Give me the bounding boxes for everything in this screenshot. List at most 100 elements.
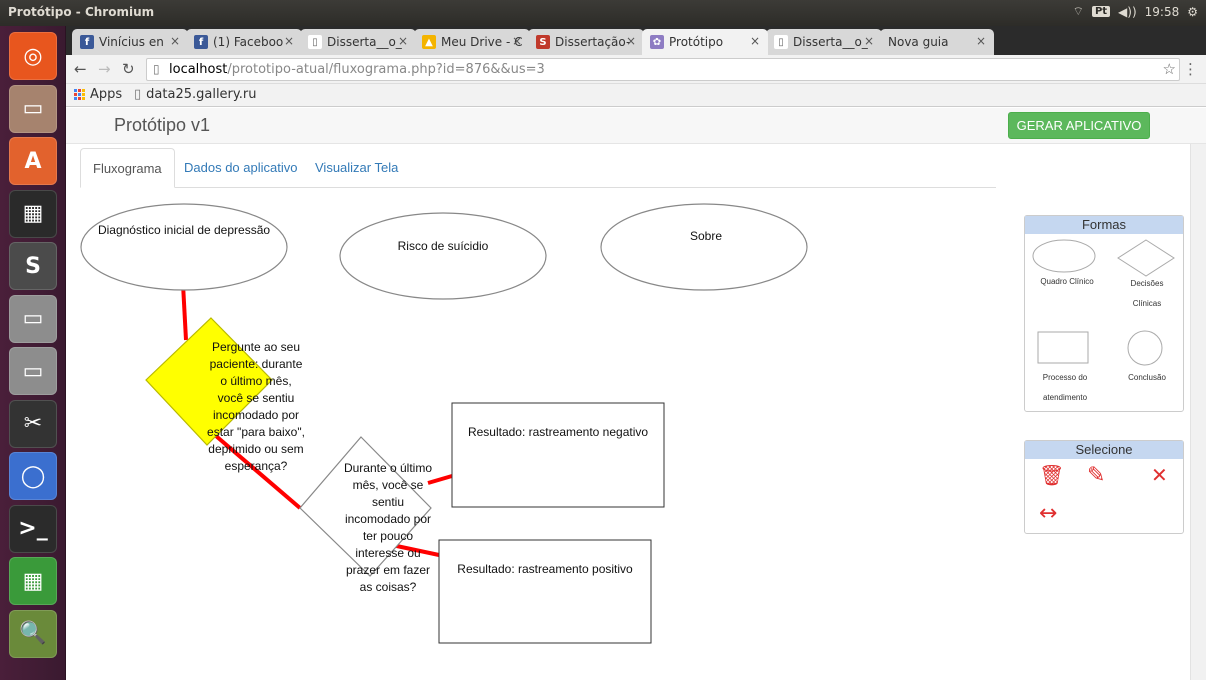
browser-tab[interactable]: ▯ Disserta__o_ ×: [766, 29, 882, 55]
url-path: /prototipo-atual/fluxograma.php?id=876&&…: [227, 62, 545, 77]
close-tab-icon[interactable]: ×: [864, 34, 874, 48]
volume-icon[interactable]: ◀)): [1118, 5, 1137, 19]
app-header: Protótipo v1 GERAR APLICATIVO: [66, 108, 1206, 144]
sharelatex-icon: S: [536, 35, 550, 49]
unity-launcher: ◎ ▭ A ▦ S ▭ ▭ ✂ ◯ >_ ▦ 🔍: [0, 26, 66, 680]
software-center-icon: A: [24, 148, 42, 174]
drive-1-icon: ▭: [22, 306, 44, 331]
launcher-spreadsheet[interactable]: ▦: [9, 557, 57, 605]
keyboard-layout-indicator[interactable]: Pt: [1091, 6, 1111, 17]
settings-gear-icon[interactable]: ⚙: [1187, 5, 1198, 19]
browser-tab[interactable]: ✿ Protótipo ×: [642, 29, 768, 55]
result-positive-box[interactable]: [438, 539, 652, 644]
close-tab-icon[interactable]: ×: [284, 34, 294, 48]
address-bar[interactable]: ▯ localhost/prototipo-atual/fluxograma.p…: [146, 58, 1180, 81]
clock[interactable]: 19:58: [1145, 5, 1180, 19]
apps-grid-icon: [74, 89, 85, 100]
chromium-icon: ◯: [20, 463, 46, 489]
facebook-icon: f: [194, 35, 208, 49]
browser-tab[interactable]: f (1) Faceboo ×: [186, 29, 302, 55]
close-tab-icon[interactable]: ×: [976, 34, 986, 48]
generate-app-button[interactable]: GERAR APLICATIVO: [1008, 112, 1150, 139]
image-viewer-icon: 🔍: [19, 621, 47, 646]
browser-menu-icon[interactable]: ⋮: [1183, 60, 1198, 78]
app-grid-icon: ▦: [22, 201, 44, 226]
browser-tab[interactable]: Nova guia ×: [880, 29, 994, 55]
trash-icon[interactable]: 🗑: [1039, 463, 1064, 487]
bookmark-star-icon[interactable]: ☆: [1163, 60, 1176, 78]
close-tab-icon[interactable]: ×: [398, 34, 408, 48]
dash-icon: ◎: [23, 43, 43, 69]
edit-icon[interactable]: ✎: [1087, 463, 1105, 488]
close-tab-icon[interactable]: ×: [626, 34, 636, 48]
selecione-title: Selecione: [1025, 441, 1183, 459]
tab-dados-do-aplicativo[interactable]: Dados do aplicativo: [172, 148, 309, 188]
page-icon: ▯: [774, 35, 788, 49]
tab-fluxograma[interactable]: Fluxograma: [80, 148, 175, 188]
browser-tab[interactable]: ▲ Meu Drive - C ×: [414, 29, 530, 55]
launcher-dash[interactable]: ◎: [9, 32, 57, 80]
tab-strip: f Vinícius en × f (1) Faceboo × ▯ Disserta__o_ ×…: [66, 26, 1206, 55]
resize-icon[interactable]: ✕: [1151, 463, 1168, 487]
result-negative-box[interactable]: [451, 402, 665, 508]
quadro-clinico-ellipse-2[interactable]: [339, 212, 547, 300]
ellipse-2-label: Risco de suícidio: [397, 239, 489, 253]
launcher-video-editor[interactable]: ✂: [9, 399, 57, 448]
shape-diamond-icon[interactable]: [1117, 239, 1175, 277]
launcher-sublime-text[interactable]: S: [9, 242, 57, 290]
forward-arrow-icon[interactable]: →: [98, 60, 111, 78]
result-negative-label: Resultado: rastreamento negativo: [467, 425, 649, 439]
wifi-icon[interactable]: ⌔: [1073, 4, 1084, 19]
formas-title: Formas: [1025, 216, 1183, 234]
bookmark-data25-label: data25.gallery.ru: [146, 87, 257, 102]
page-icon: ▯: [134, 87, 142, 102]
page-scrollbar[interactable]: [1190, 144, 1206, 680]
connector-line[interactable]: [181, 283, 188, 341]
selecione-palette: Selecione 🗑 ✎ ✕ ↔: [1024, 440, 1184, 534]
url-host: localhost: [169, 62, 228, 77]
launcher-drive-1[interactable]: ▭: [9, 294, 57, 343]
browser-tab[interactable]: S Dissertação- ×: [528, 29, 644, 55]
shape-circle-icon[interactable]: [1127, 330, 1163, 366]
quadro-clinico-ellipse-3[interactable]: [600, 203, 808, 291]
tab-visualizar-tela[interactable]: Visualizar Tela: [303, 148, 410, 188]
system-top-panel: Protótipo - Chromium ⌔ Pt ◀)) 19:58 ⚙: [0, 0, 1206, 26]
launcher-chromium[interactable]: ◯: [9, 452, 57, 500]
result-positive-label: Resultado: rastreamento positivo: [457, 562, 633, 576]
launcher-files[interactable]: ▭: [9, 84, 57, 133]
quadro-clinico-ellipse-1[interactable]: [80, 203, 288, 291]
launcher-app-grid[interactable]: ▦: [9, 189, 57, 238]
shape-ellipse-icon[interactable]: [1032, 239, 1096, 273]
browser-tab[interactable]: f Vinícius en ×: [72, 29, 188, 55]
launcher-terminal[interactable]: >_: [9, 504, 57, 553]
browser-tab-label: Vinícius en: [99, 35, 164, 49]
browser-toolbar: ← → ↻ ▯ localhost/prototipo-atual/fluxog…: [66, 55, 1206, 84]
page-info-icon[interactable]: ▯: [153, 62, 160, 76]
bookmark-data25[interactable]: ▯ data25.gallery.ru: [134, 87, 256, 102]
quadro-clinico-label: Quadro Clínico: [1040, 277, 1094, 286]
flowchart-canvas[interactable]: Diagnóstico inicial de depressão Risco d…: [66, 190, 1006, 680]
facebook-icon: f: [80, 35, 94, 49]
close-tab-icon[interactable]: ×: [170, 34, 180, 48]
launcher-drive-2[interactable]: ▭: [9, 347, 57, 395]
bookmark-apps-label: Apps: [90, 87, 123, 102]
web-page: Protótipo v1 GERAR APLICATIVO Fluxograma…: [66, 108, 1206, 680]
back-arrow-icon[interactable]: ←: [74, 60, 87, 78]
video-editor-icon: ✂: [23, 411, 43, 436]
launcher-image-viewer[interactable]: 🔍: [9, 609, 57, 658]
bookmark-apps[interactable]: Apps: [74, 87, 122, 102]
close-tab-icon[interactable]: ×: [512, 34, 522, 48]
shape-rectangle-icon[interactable]: [1037, 331, 1089, 364]
browser-tab[interactable]: ▯ Disserta__o_ ×: [300, 29, 416, 55]
launcher-software-center[interactable]: A: [9, 137, 57, 185]
close-tab-icon[interactable]: ×: [750, 34, 760, 48]
conclusao-label: Conclusão: [1128, 373, 1166, 382]
decision-2-label: Durante o último mês, você se sentiu inc…: [343, 461, 433, 594]
prototype-icon: ✿: [650, 35, 664, 49]
system-tray: ⌔ Pt ◀)) 19:58 ⚙: [1073, 4, 1198, 19]
browser-tab-label: Disserta__o_: [327, 35, 402, 49]
reload-icon[interactable]: ↻: [122, 60, 135, 78]
browser-tab-label: Protótipo: [669, 35, 724, 49]
browser-tab-label: Meu Drive - C: [441, 35, 523, 49]
width-icon[interactable]: ↔: [1039, 501, 1057, 526]
